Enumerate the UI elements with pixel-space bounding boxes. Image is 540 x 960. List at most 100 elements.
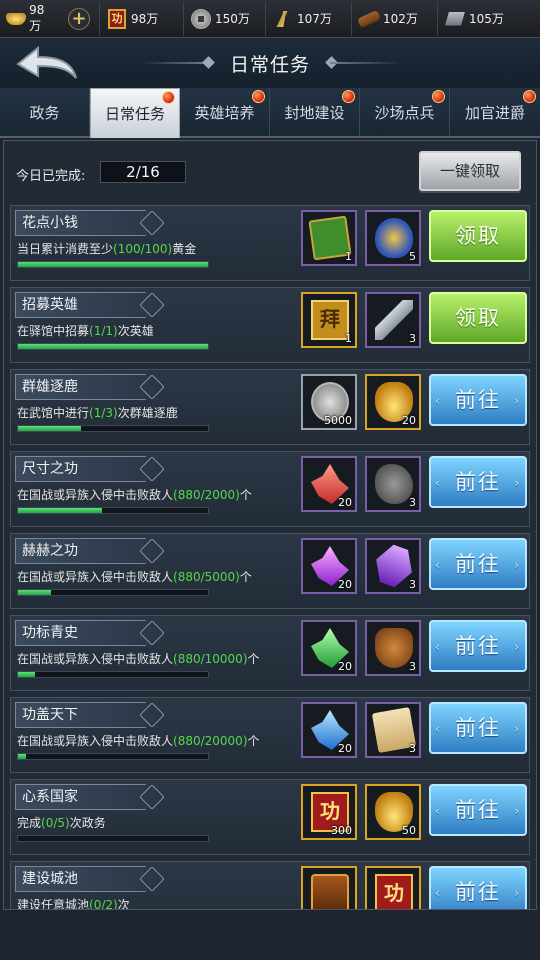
task-row: 建设城池 建设任意城池(0/2)次功前往 ‹ › [10,861,530,910]
resource-merit[interactable]: 功 98万 [100,1,184,36]
action-label: 前往 [455,798,501,822]
reward-quantity: 3 [409,578,416,591]
task-desc-text: 次英雄 [117,324,154,338]
notification-dot-icon [432,90,445,103]
reward-quantity: 3 [409,332,416,345]
tab-fief-construction[interactable]: 封地建设 [270,88,360,136]
task-progress-text: (880/20000) [173,734,248,748]
tab-government[interactable]: 政务 [0,88,90,136]
resource-copper[interactable]: 150万 [184,1,266,36]
reward-quantity: 3 [409,660,416,673]
arrow-left-icon: ‹ [435,722,442,736]
reward-slot[interactable]: 3 [365,456,421,512]
task-desc-text: 黄金 [172,242,197,256]
grain-icon [272,8,294,30]
task-desc-text: 建设任意城池 [17,898,90,910]
go-button[interactable]: 前往 ‹ › [429,866,527,909]
reward-slot[interactable]: 功 [365,866,421,909]
resource-gold[interactable]: 98万 + [0,1,100,36]
resource-merit-value: 98万 [131,12,159,26]
resource-wood[interactable]: 102万 [352,1,438,36]
iron-icon [444,8,466,30]
claim-button[interactable]: 领取 [429,292,527,344]
task-progress-text: (0/5) [41,816,70,830]
tab-label: 政务 [29,104,60,122]
tab-battlefield[interactable]: 沙场点兵 [360,88,450,136]
task-desc-text: 个 [247,734,260,748]
action-label: 前往 [455,470,501,494]
notification-dot-icon [523,90,536,103]
reward-slot[interactable]: 3 [365,292,421,348]
go-button[interactable]: 前往 ‹ › [429,538,527,590]
reward-quantity: 20 [338,742,352,755]
task-desc-text: 在国战或异族入侵中击败敌人 [17,488,174,502]
claim-button[interactable]: 领取 [429,210,527,262]
arrow-left-icon: ‹ [435,804,442,818]
go-button[interactable]: 前往 ‹ › [429,702,527,754]
task-row: 心系国家 完成(0/5)次政务功 300 50 前往 ‹ › [10,779,530,855]
arrow-right-icon: › [514,722,521,736]
copper-coin-icon [190,8,212,30]
task-progress-text: (880/10000) [173,652,248,666]
task-desc-text: 次政务 [69,816,106,830]
reward-slot[interactable]: 3 [365,538,421,594]
tab-daily-tasks[interactable]: 日常任务 [90,88,180,138]
arrow-right-icon: › [514,804,521,818]
arrow-right-icon: › [514,476,521,490]
notification-dot-icon [252,90,265,103]
task-progress-fill [18,426,82,431]
tab-hero-training[interactable]: 英雄培养 [180,88,270,136]
action-label: 领取 [455,224,501,248]
go-button[interactable]: 前往 ‹ › [429,784,527,836]
task-progress-fill [18,754,27,759]
reward-slot[interactable]: 50 [365,784,421,840]
reward-slot[interactable] [301,866,357,909]
reward-slot[interactable]: 20 [301,538,357,594]
add-plus-icon[interactable]: + [68,7,90,30]
reward-quantity: 20 [338,660,352,673]
resource-iron-value: 105万 [469,12,504,26]
arrow-right-icon: › [514,886,521,900]
title-ornament-right [330,62,400,64]
reward-slot[interactable]: 3 [365,620,421,676]
reward-quantity: 20 [338,496,352,509]
reward-slot[interactable]: 20 [365,374,421,430]
tab-label: 日常任务 [104,105,165,123]
reward-slot[interactable]: 5 [365,210,421,266]
task-progress-fill [18,672,35,677]
resource-iron[interactable]: 105万 [438,2,540,36]
claim-all-button[interactable]: 一键领取 [419,151,521,191]
reward-slot[interactable]: 1 [301,210,357,266]
reward-slot[interactable]: 3 [365,702,421,758]
reward-slot[interactable]: 5000 [301,374,357,430]
task-progress-bar [17,507,209,514]
action-label: 前往 [455,880,501,904]
reward-slot[interactable]: 20 [301,620,357,676]
go-button[interactable]: 前往 ‹ › [429,620,527,672]
go-button[interactable]: 前往 ‹ › [429,456,527,508]
task-progress-bar [17,343,209,350]
task-row: 群雄逐鹿 在武馆中进行(1/3)次群雄逐鹿 5000 20 前往 ‹ › [10,369,530,445]
resource-grain[interactable]: 107万 [266,1,352,36]
reward-slot[interactable]: 20 [301,702,357,758]
task-desc-text: 在驿馆中招募 [17,324,90,338]
resource-grain-value: 107万 [297,12,332,26]
reward-quantity: 3 [409,496,416,509]
reward-quantity: 5 [409,250,416,263]
reward-slot[interactable]: 功 300 [301,784,357,840]
tab-label: 英雄培养 [194,104,255,122]
arrow-left-icon: ‹ [435,558,442,572]
task-desc-text: 次 [117,898,130,910]
tab-promotion[interactable]: 加官进爵 [450,88,540,136]
reward-slot[interactable]: 拜1 [301,292,357,348]
task-progress-fill [18,262,208,267]
action-label: 前往 [455,716,501,740]
reward-quantity: 300 [331,824,352,837]
task-desc-text: 当日累计消费至少 [17,242,114,256]
task-desc-text: 在国战或异族入侵中击败敌人 [17,652,174,666]
task-row: 赫赫之功 在国战或异族入侵中击败敌人(880/5000)个 20 3 前往 ‹ › [10,533,530,609]
reward-slot[interactable]: 20 [301,456,357,512]
go-button[interactable]: 前往 ‹ › [429,374,527,426]
task-progress-fill [18,344,208,349]
task-description: 当日累计消费至少(100/100)黄金 [17,240,196,257]
